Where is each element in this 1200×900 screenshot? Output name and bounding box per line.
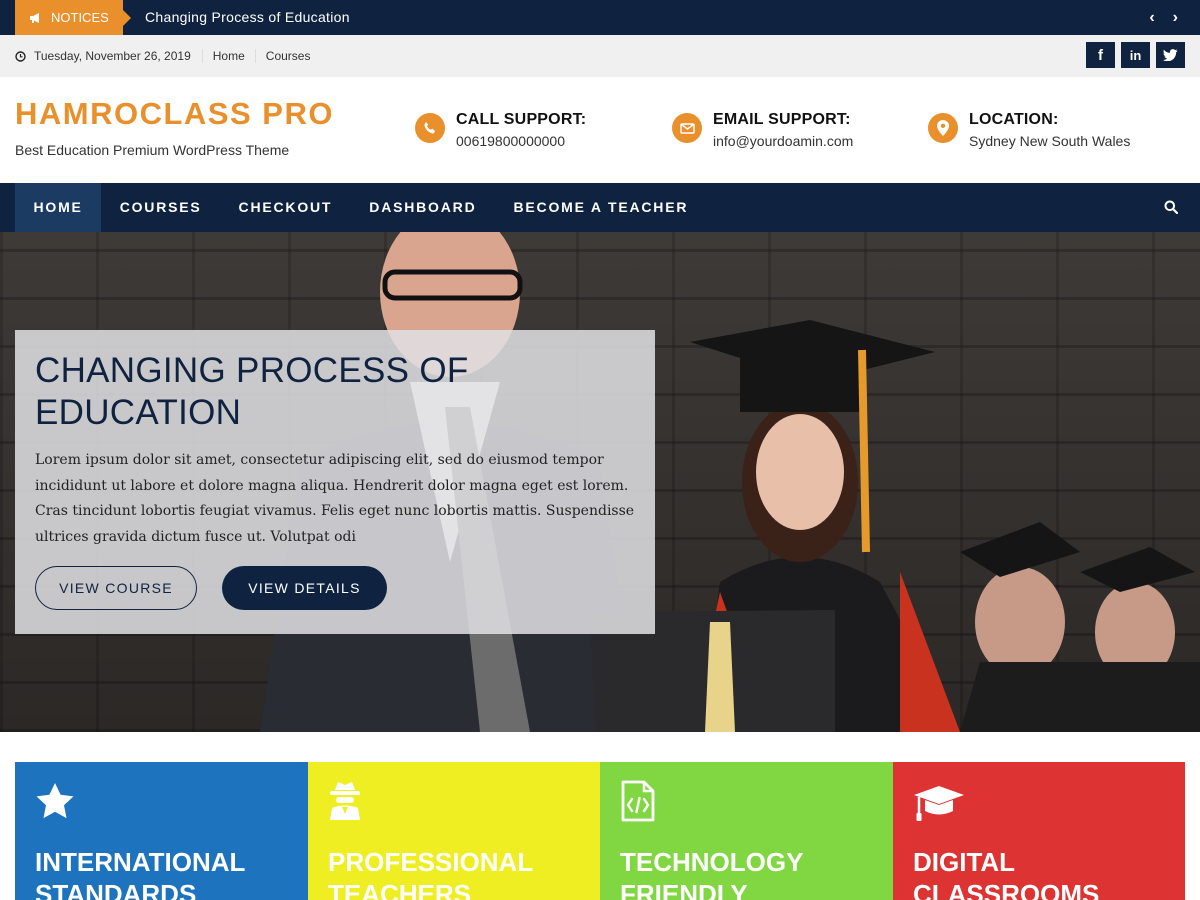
feature-title: TECHNOLOGY FRIENDLY [620, 847, 803, 900]
top-info-bar: Tuesday, November 26, 2019 Home Courses … [0, 35, 1200, 77]
contact-call-support: CALL SUPPORT: 00619800000000 [415, 111, 586, 149]
spy-icon [330, 782, 360, 820]
facebook-icon[interactable]: f [1086, 42, 1115, 68]
feature-title: INTERNATIONAL STANDARDS [35, 847, 245, 900]
top-link-courses[interactable]: Courses [254, 49, 321, 63]
site-title[interactable]: HAMROCLASS PRO [15, 96, 334, 132]
phone-icon [415, 113, 445, 143]
nav-item-home[interactable]: HOME [15, 183, 102, 232]
clock-icon [15, 50, 26, 62]
contact-value[interactable]: info@yourdoamin.com [713, 133, 853, 149]
contact-location: LOCATION: Sydney New South Wales [928, 111, 1130, 149]
hero-title: CHANGING PROCESS OF EDUCATION [35, 351, 469, 432]
feature-box-professional-teachers[interactable]: PROFESSIONAL TEACHERS [308, 762, 601, 900]
nav-item-dashboard[interactable]: DASHBOARD [351, 183, 495, 232]
hero-description: Lorem ipsum dolor sit amet, consectetur … [35, 452, 635, 545]
notice-navigation: ‹ › [1149, 0, 1178, 35]
chevron-right-icon[interactable]: › [1173, 9, 1178, 27]
nav-item-become-a-teacher[interactable]: BECOME A TEACHER [495, 183, 707, 232]
map-pin-icon [928, 113, 958, 143]
megaphone-icon [30, 12, 39, 23]
hero-slider: CHANGING PROCESS OF EDUCATION Lorem ipsu… [0, 232, 1200, 732]
contact-email-support: EMAIL SUPPORT: info@yourdoamin.com [672, 111, 853, 149]
notice-label-text: NOTICES [51, 10, 109, 25]
search-icon[interactable] [1164, 200, 1179, 219]
feature-box-international-standards[interactable]: INTERNATIONAL STANDARDS [15, 762, 308, 900]
code-file-icon [621, 780, 655, 822]
contact-value: Sydney New South Wales [969, 133, 1131, 149]
contact-label: LOCATION: [969, 111, 1059, 128]
graduation-cap-icon [914, 786, 964, 821]
view-course-button[interactable]: VIEW COURSE [35, 566, 197, 610]
contact-value[interactable]: 00619800000000 [456, 133, 586, 149]
date-text: Tuesday, November 26, 2019 [34, 49, 191, 63]
feature-title: DIGITAL CLASSROOMS [913, 847, 1100, 900]
nav-item-checkout[interactable]: CHECKOUT [220, 183, 351, 232]
notice-label: NOTICES [15, 0, 131, 35]
feature-box-technology-friendly[interactable]: TECHNOLOGY FRIENDLY [600, 762, 893, 900]
notice-bar: NOTICES Changing Process of Education ‹ … [0, 0, 1200, 35]
hero-caption-box: CHANGING PROCESS OF EDUCATION Lorem ipsu… [15, 330, 655, 634]
site-tagline: Best Education Premium WordPress Theme [15, 142, 290, 158]
linkedin-icon[interactable]: in [1121, 42, 1150, 68]
view-details-button[interactable]: VIEW DETAILS [222, 566, 387, 610]
star-icon [36, 783, 74, 819]
contact-label: CALL SUPPORT: [456, 111, 587, 128]
main-navigation: HOME COURSES CHECKOUT DASHBOARD BECOME A… [0, 183, 1200, 232]
current-date: Tuesday, November 26, 2019 [15, 49, 202, 63]
contact-label: EMAIL SUPPORT: [713, 111, 851, 128]
social-links: f in [1086, 42, 1185, 68]
feature-title: PROFESSIONAL TEACHERS [328, 847, 533, 900]
top-link-home[interactable]: Home [201, 49, 255, 63]
envelope-icon [672, 113, 702, 143]
twitter-icon[interactable] [1156, 42, 1185, 68]
chevron-left-icon[interactable]: ‹ [1149, 9, 1154, 27]
notice-ticker-text[interactable]: Changing Process of Education [145, 0, 350, 35]
feature-box-digital-classrooms[interactable]: DIGITAL CLASSROOMS [893, 762, 1185, 900]
nav-item-courses[interactable]: COURSES [101, 183, 220, 232]
